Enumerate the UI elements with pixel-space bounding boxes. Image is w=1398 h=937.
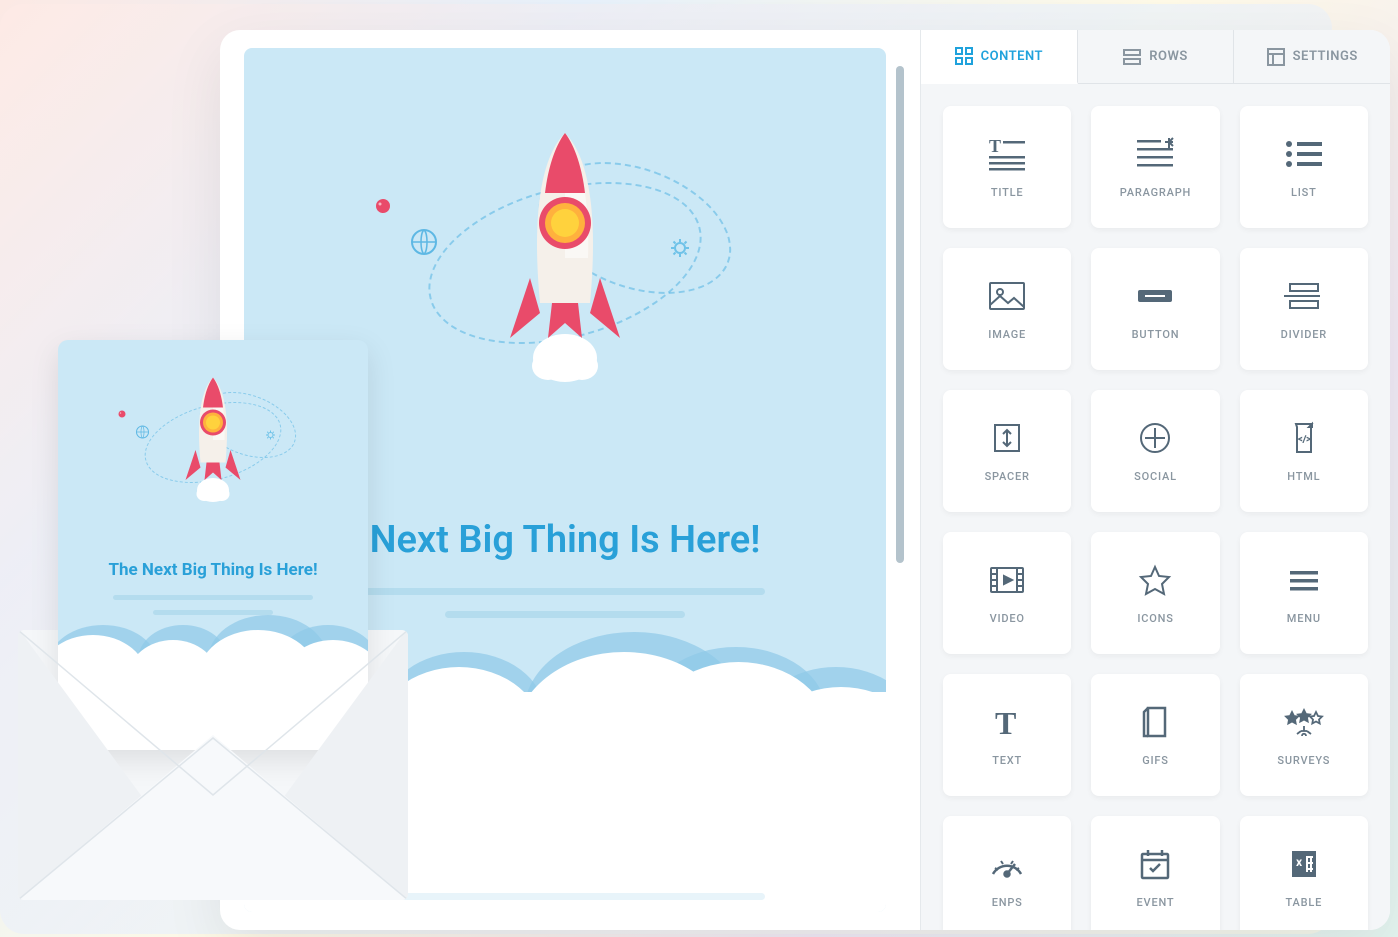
block-surveys-label: SURVEYS: [1277, 754, 1330, 767]
block-gifs[interactable]: GIFS: [1091, 674, 1219, 796]
scrollbar-thumb[interactable]: [896, 66, 904, 563]
block-icons-label: ICONS: [1137, 612, 1173, 625]
block-event-label: EVENT: [1137, 896, 1175, 909]
block-html-label: HTML: [1287, 470, 1320, 483]
block-table[interactable]: x TABLE: [1240, 816, 1368, 930]
surveys-icon: [1284, 704, 1324, 740]
block-video-label: VIDEO: [990, 612, 1025, 625]
layout-icon: [1267, 48, 1285, 66]
gear-icon: [670, 238, 690, 258]
block-image-label: IMAGE: [988, 328, 1026, 341]
spacer-icon: [987, 420, 1027, 456]
planet-icon: [118, 410, 126, 418]
block-social[interactable]: SOCIAL: [1091, 390, 1219, 512]
rocket-illustration: [355, 108, 775, 488]
rows-icon: [1123, 48, 1141, 66]
svg-text:</>: </>: [1298, 435, 1311, 445]
block-list-label: LIST: [1291, 186, 1317, 199]
table-icon: x: [1284, 846, 1324, 882]
envelope-front: [18, 630, 408, 900]
grid-icon: [955, 47, 973, 65]
block-social-label: SOCIAL: [1134, 470, 1177, 483]
canvas-placeholder-lines-bottom[interactable]: [365, 893, 765, 912]
preview-headline: The Next Big Thing Is Here!: [58, 560, 368, 580]
preview-rocket-illustration: [108, 365, 318, 555]
content-blocks-grid: T TITLE PARAGRAPH LIST IMAG: [921, 84, 1390, 930]
block-button[interactable]: BUTTON: [1091, 248, 1219, 370]
tab-settings[interactable]: SETTINGS: [1234, 30, 1390, 84]
block-table-label: TABLE: [1286, 896, 1323, 909]
block-text[interactable]: T TEXT: [943, 674, 1071, 796]
block-paragraph-label: PARAGRAPH: [1120, 186, 1191, 199]
block-event[interactable]: EVENT: [1091, 816, 1219, 930]
list-icon: [1284, 136, 1324, 172]
block-enps[interactable]: ENPS: [943, 816, 1071, 930]
video-icon: [987, 562, 1027, 598]
block-icons[interactable]: ICONS: [1091, 532, 1219, 654]
paragraph-icon: [1135, 136, 1175, 172]
svg-text:T: T: [995, 705, 1016, 740]
svg-text:T: T: [989, 136, 1001, 156]
editor-sidebar: CONTENT ROWS SETTINGS T TITLE: [920, 30, 1390, 930]
block-enps-label: ENPS: [992, 896, 1023, 909]
block-title-label: TITLE: [991, 186, 1024, 199]
block-divider-label: DIVIDER: [1281, 328, 1327, 341]
block-spacer-label: SPACER: [985, 470, 1030, 483]
canvas-scrollbar[interactable]: [896, 66, 904, 894]
title-icon: T: [987, 136, 1027, 172]
block-button-label: BUTTON: [1132, 328, 1180, 341]
gauge-icon: [987, 846, 1027, 882]
tab-rows[interactable]: ROWS: [1078, 30, 1235, 84]
star-icon: [1135, 562, 1175, 598]
planet-icon: [375, 198, 391, 214]
block-spacer[interactable]: SPACER: [943, 390, 1071, 512]
tab-content[interactable]: CONTENT: [921, 30, 1078, 84]
block-menu-label: MENU: [1287, 612, 1321, 625]
block-paragraph[interactable]: PARAGRAPH: [1091, 106, 1219, 228]
block-surveys[interactable]: SURVEYS: [1240, 674, 1368, 796]
gear-icon: [266, 430, 276, 440]
svg-text:x: x: [1296, 855, 1303, 869]
tab-settings-label: SETTINGS: [1293, 49, 1358, 64]
block-title[interactable]: T TITLE: [943, 106, 1071, 228]
sidebar-tabs: CONTENT ROWS SETTINGS: [921, 30, 1390, 84]
html-icon: </>: [1284, 420, 1324, 456]
button-icon: [1135, 278, 1175, 314]
text-icon: T: [987, 704, 1027, 740]
block-video[interactable]: VIDEO: [943, 532, 1071, 654]
email-preview-envelope: The Next Big Thing Is Here!: [18, 340, 408, 900]
social-icon: [1135, 420, 1175, 456]
globe-icon: [410, 228, 438, 256]
image-icon: [987, 278, 1027, 314]
menu-icon: [1284, 562, 1324, 598]
rocket-icon: [500, 128, 630, 388]
rocket-icon: [181, 375, 246, 505]
block-list[interactable]: LIST: [1240, 106, 1368, 228]
block-menu[interactable]: MENU: [1240, 532, 1368, 654]
block-divider[interactable]: DIVIDER: [1240, 248, 1368, 370]
globe-icon: [136, 425, 150, 439]
tab-rows-label: ROWS: [1149, 49, 1188, 64]
calendar-icon: [1135, 846, 1175, 882]
tab-content-label: CONTENT: [981, 49, 1043, 64]
divider-icon: [1284, 278, 1324, 314]
block-image[interactable]: IMAGE: [943, 248, 1071, 370]
block-text-label: TEXT: [992, 754, 1022, 767]
block-gifs-label: GIFS: [1142, 754, 1169, 767]
block-html[interactable]: </> HTML: [1240, 390, 1368, 512]
gifs-icon: [1135, 704, 1175, 740]
